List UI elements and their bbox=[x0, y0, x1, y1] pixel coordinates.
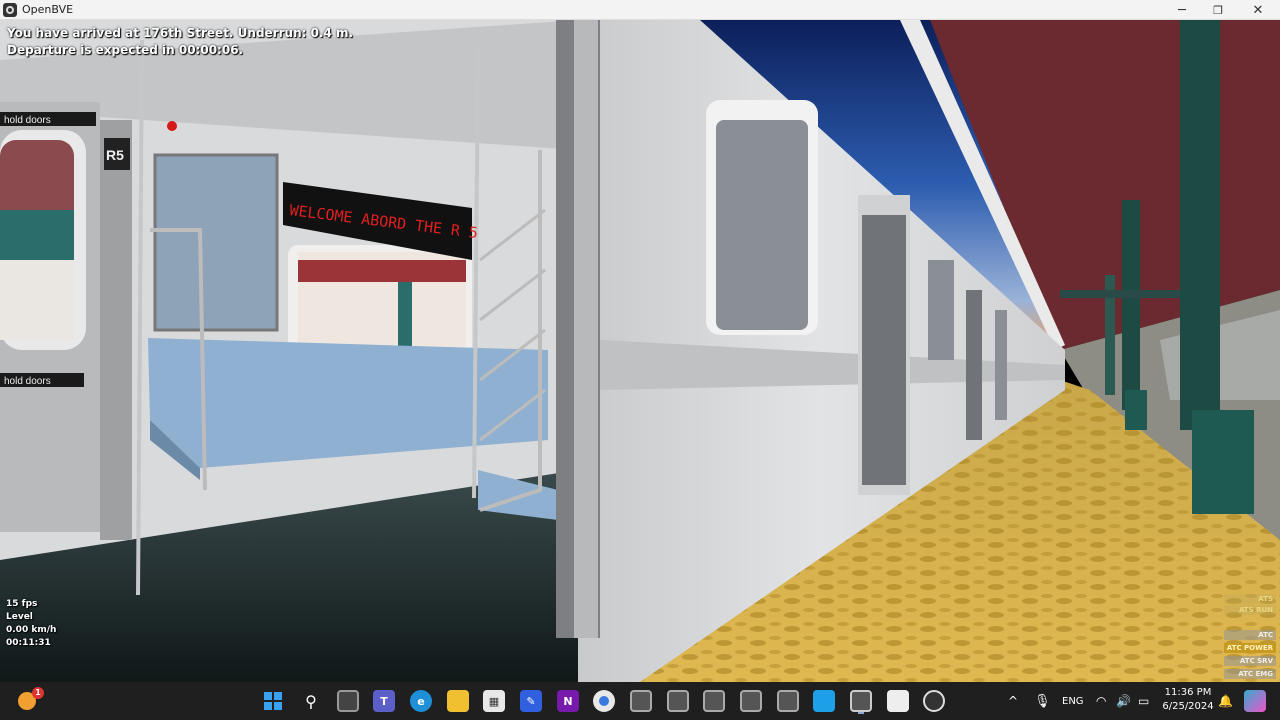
door-sign-top: hold doors bbox=[4, 115, 51, 126]
battery-icon[interactable]: ▭ bbox=[1138, 682, 1149, 720]
window-titlebar[interactable]: OpenBVE ─ ❐ ✕ bbox=[0, 0, 1280, 20]
recorder-icon[interactable] bbox=[923, 690, 945, 712]
notification-bell-icon[interactable]: 🔔 bbox=[1218, 682, 1233, 720]
openbve-icon[interactable] bbox=[740, 690, 762, 712]
folder-icon[interactable] bbox=[447, 690, 469, 712]
speed-readout: 0.00 km/h bbox=[6, 625, 57, 635]
language-indicator[interactable]: ENG bbox=[1062, 682, 1084, 720]
weather-badge: 1 bbox=[32, 687, 44, 699]
windows-start-icon[interactable] bbox=[262, 690, 284, 712]
microphone-icon[interactable]: 🎙 bbox=[1034, 682, 1051, 720]
arrival-message: You have arrived at 176th Street. Underr… bbox=[7, 26, 354, 40]
taskbar-clock[interactable]: 11:36 PM 6/25/2024 bbox=[1160, 686, 1216, 714]
fps-readout: 15 fps bbox=[6, 599, 38, 609]
close-button[interactable]: ✕ bbox=[1240, 0, 1276, 20]
volume-icon[interactable]: 🔊 bbox=[1116, 682, 1131, 720]
windows-taskbar: 1 ⚲ T e ▦ ✎ N ^ 🎙 ENG ◠ 🔊 ▭ 11:36 PM 6/2… bbox=[0, 682, 1280, 720]
clock-date: 6/25/2024 bbox=[1162, 701, 1214, 712]
tray-chevron-icon[interactable]: ^ bbox=[1008, 682, 1018, 720]
atc-srv-indicator: ATC SRV bbox=[1224, 656, 1276, 666]
ats-indicator: ATS bbox=[1224, 594, 1276, 604]
store-icon[interactable]: ▦ bbox=[483, 690, 505, 712]
chrome-center-icon bbox=[599, 696, 609, 706]
ats-run-indicator: ATS RUN bbox=[1224, 605, 1276, 615]
gradient-readout: Level bbox=[6, 612, 33, 622]
simulator-viewport[interactable]: hold doors hold doors R5 WELCOME ABORD T… bbox=[0, 20, 1280, 682]
task-view-icon[interactable] bbox=[337, 690, 359, 712]
openbve-icon[interactable] bbox=[667, 690, 689, 712]
search-icon[interactable]: ⚲ bbox=[300, 690, 322, 712]
minimize-button[interactable]: ─ bbox=[1164, 0, 1200, 20]
teams-icon[interactable]: T bbox=[373, 690, 395, 712]
atc-indicator: ATC bbox=[1224, 630, 1276, 640]
car-number-label: R5 bbox=[106, 147, 124, 163]
scene-render: hold doors hold doors R5 WELCOME ABORD T… bbox=[0, 20, 1280, 682]
openbve-icon[interactable] bbox=[850, 690, 872, 712]
onenote-icon[interactable]: N bbox=[557, 690, 579, 712]
atc-emg-indicator: ATC EMG bbox=[1224, 669, 1276, 679]
openbve-icon bbox=[3, 2, 17, 17]
chrome-icon[interactable] bbox=[593, 690, 615, 712]
door-sign-bottom: hold doors bbox=[4, 376, 51, 387]
openbve-icon[interactable] bbox=[777, 690, 799, 712]
white-app-icon[interactable] bbox=[887, 690, 909, 712]
edge-icon[interactable]: e bbox=[410, 690, 432, 712]
copilot-icon[interactable] bbox=[1244, 690, 1266, 712]
time-readout: 00:11:31 bbox=[6, 638, 51, 648]
atc-power-indicator: ATC POWER bbox=[1224, 643, 1276, 653]
maximize-button[interactable]: ❐ bbox=[1200, 0, 1236, 20]
weather-widget[interactable]: 1 bbox=[16, 687, 44, 712]
pen-app-icon[interactable]: ✎ bbox=[520, 690, 542, 712]
blue-app-icon[interactable] bbox=[813, 690, 835, 712]
clock-time: 11:36 PM bbox=[1164, 687, 1212, 698]
openbve-icon[interactable] bbox=[703, 690, 725, 712]
debug-info-panel: 15 fps Level 0.00 km/h 00:11:31 bbox=[6, 598, 56, 650]
wifi-icon[interactable]: ◠ bbox=[1096, 682, 1106, 720]
window-title: OpenBVE bbox=[22, 3, 74, 16]
openbve-icon[interactable] bbox=[630, 690, 652, 712]
departure-message: Departure is expected in 00:00:06. bbox=[7, 43, 244, 57]
